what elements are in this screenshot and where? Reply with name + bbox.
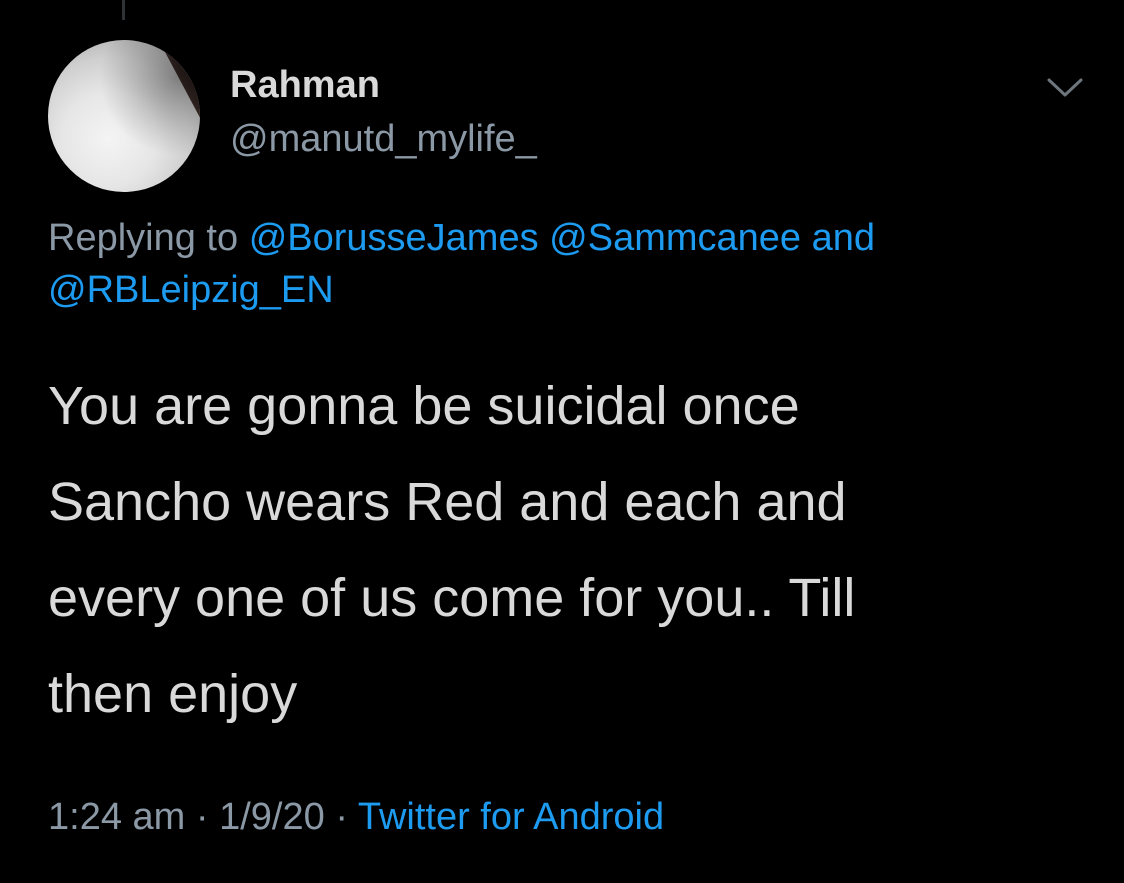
tweet-text-line: every one of us come for you.. Till bbox=[48, 568, 856, 628]
mention-link[interactable]: @BorusseJames bbox=[249, 217, 539, 259]
meta-separator: · bbox=[195, 796, 209, 838]
tweet-text-line: then enjoy bbox=[48, 664, 298, 724]
mention-link[interactable]: @Sammcanee bbox=[549, 217, 801, 259]
chevron-down-icon bbox=[1047, 78, 1083, 97]
tweet-text-line: You are gonna be suicidal once bbox=[48, 376, 800, 436]
replying-to: Replying to @BorusseJames @Sammcanee and… bbox=[48, 212, 1088, 316]
display-name[interactable]: Rahman bbox=[230, 64, 380, 107]
tweet-text-line: Sancho wears Red and each and bbox=[48, 472, 847, 532]
more-options-button[interactable] bbox=[1040, 70, 1090, 106]
tweet-text: You are gonna be suicidal once Sancho we… bbox=[48, 358, 1088, 742]
tweet-meta: 1:24 am · 1/9/20 · Twitter for Android bbox=[48, 796, 664, 839]
mention-link[interactable]: @RBLeipzig_EN bbox=[48, 269, 334, 311]
meta-separator: · bbox=[335, 796, 348, 838]
mention-conjunction[interactable]: and bbox=[812, 217, 875, 259]
tweet-time[interactable]: 1:24 am bbox=[48, 796, 185, 838]
tweet-source-link[interactable]: Twitter for Android bbox=[358, 796, 664, 838]
user-handle[interactable]: @manutd_mylife_ bbox=[230, 118, 537, 161]
replying-prefix: Replying to bbox=[48, 217, 239, 259]
thread-connector-line bbox=[122, 0, 125, 20]
tweet-date[interactable]: 1/9/20 bbox=[219, 796, 325, 838]
avatar[interactable] bbox=[48, 40, 200, 192]
